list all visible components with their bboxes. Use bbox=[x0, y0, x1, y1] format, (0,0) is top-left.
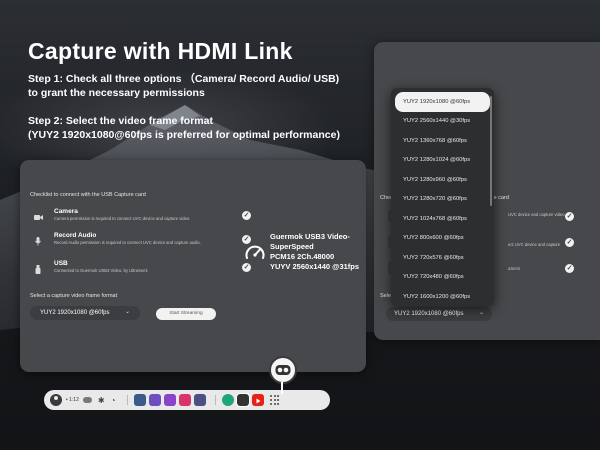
step-1-line-1: Step 1: Check all three options （Camera/… bbox=[28, 73, 340, 85]
youtube-app-icon[interactable] bbox=[252, 394, 265, 406]
dropdown-option[interactable]: YUY2 720x480 @60fps bbox=[395, 268, 490, 288]
option-usb[interactable]: USB Connected to Guermok USB3 Video. by … bbox=[30, 260, 255, 280]
option-camera-desc-partial: UVC device and capture video. bbox=[508, 212, 566, 217]
format-label: Select a capture video frame format bbox=[30, 293, 118, 299]
format-label-partial: Sele bbox=[380, 293, 392, 299]
device-info-line-3: PCM16 2Ch.48000 bbox=[270, 252, 335, 261]
option-camera[interactable]: Camera Camera permission is required to … bbox=[30, 208, 255, 228]
dropdown-option[interactable]: YUY2 1360x768 @60fps bbox=[395, 131, 490, 151]
format-dropdown-list[interactable]: YUY2 1920x1080 @60fps YUY2 2560x1440 @30… bbox=[391, 88, 494, 306]
dropdown-option[interactable]: YUY2 1600x1200 @60fps bbox=[395, 287, 490, 307]
microphone-icon bbox=[30, 233, 46, 249]
chevron-down-icon: ⌄ bbox=[478, 310, 484, 316]
store-app-icon[interactable] bbox=[134, 394, 147, 406]
format-select[interactable]: YUY2 1920x1080 @60fps ⌄ bbox=[386, 307, 492, 321]
usb-icon bbox=[30, 261, 46, 277]
dropdown-scrollbar[interactable] bbox=[490, 96, 492, 206]
usb-check-icon[interactable]: ✓ bbox=[242, 263, 251, 272]
option-record-audio-label: Record Audio bbox=[54, 232, 97, 239]
taskbar-divider bbox=[127, 395, 129, 405]
settings-icon[interactable]: ✱ bbox=[98, 396, 105, 405]
hdmi-link-app-button[interactable] bbox=[269, 356, 297, 384]
step-2-text: Step 2: Select the video frame format (Y… bbox=[28, 114, 340, 142]
dropdown-option[interactable]: YUY2 1024x768 @60fps bbox=[395, 209, 490, 229]
option-camera-label: Camera bbox=[54, 208, 78, 215]
step-1-text: Step 1: Check all three options （Camera/… bbox=[28, 72, 339, 100]
media-app-icon[interactable] bbox=[236, 393, 251, 407]
battery-icon bbox=[82, 397, 92, 403]
dropdown-option[interactable]: YUY2 800x600 @60fps bbox=[395, 229, 490, 249]
device-info-line-2: SuperSpeed bbox=[270, 242, 314, 251]
camera-check-icon[interactable]: ✓ bbox=[565, 212, 574, 221]
files-app-icon[interactable] bbox=[149, 394, 162, 406]
step-1-line-2: to grant the necessary permissions bbox=[28, 87, 205, 99]
option-record-audio[interactable]: Record Audio Record Audio permission is … bbox=[30, 232, 255, 252]
device-info-line-1: Guermok USB3 Video- bbox=[270, 232, 350, 241]
dropdown-option[interactable]: YUY2 2560x1440 @30fps bbox=[395, 112, 490, 132]
checklist-title: Checklist to connect with the USB Captur… bbox=[30, 192, 146, 198]
option-usb-desc: Connected to Guermok USB3 Video. by Ultr… bbox=[54, 268, 148, 273]
people-app-icon[interactable] bbox=[164, 394, 177, 406]
people-icon[interactable]: ◔ bbox=[111, 396, 116, 405]
app-grid-icon[interactable] bbox=[270, 395, 280, 405]
camera-icon bbox=[30, 209, 46, 225]
page-headline: Capture with HDMI Link bbox=[28, 38, 293, 64]
speedometer-icon bbox=[245, 245, 265, 259]
format-select-value: YUY2 1920x1080 @60fps bbox=[40, 310, 110, 316]
usb-check-icon[interactable]: ✓ bbox=[565, 264, 574, 273]
dropdown-option[interactable]: YUY2 720x576 @60fps bbox=[395, 248, 490, 268]
step-2-line-2: (YUY2 1920x1080@60fps is preferred for o… bbox=[28, 129, 340, 141]
avatar[interactable] bbox=[50, 394, 62, 406]
dropdown-option[interactable]: YUY2 1920x1080 @60fps bbox=[395, 92, 490, 112]
option-record-audio-desc-partial: ect UVC device and capture bbox=[508, 242, 561, 247]
vr-headset-icon bbox=[275, 365, 291, 375]
dropdown-option[interactable]: YUY2 1280x960 @60fps bbox=[395, 170, 490, 190]
step-2-line-1: Step 2: Select the video frame format bbox=[28, 115, 213, 127]
pointer-line bbox=[281, 382, 283, 394]
option-record-audio-desc: Record Audio permission is required to c… bbox=[54, 240, 201, 245]
device-info-line-4: YUYV 2560x1440 @31fps bbox=[270, 262, 360, 271]
option-usb-desc-partial: aSemi bbox=[508, 266, 520, 271]
dropdown-option[interactable]: YUY2 1280x720 @60fps bbox=[395, 190, 490, 210]
option-usb-label: USB bbox=[54, 260, 68, 267]
start-streaming-button[interactable]: Start Streaming bbox=[156, 308, 216, 320]
game-app-icon[interactable] bbox=[194, 394, 207, 406]
taskbar-divider bbox=[215, 395, 217, 405]
hdmi-link-window: Checklist to connect with the USB Captur… bbox=[20, 160, 366, 372]
format-select-value: YUY2 1920x1080 @60fps bbox=[394, 311, 464, 317]
dropdown-option[interactable]: YUY2 1280x1024 @60fps bbox=[395, 151, 490, 171]
chevron-down-icon: ⌄ bbox=[124, 309, 130, 315]
record-audio-check-icon[interactable]: ✓ bbox=[565, 238, 574, 247]
hdmi-link-app-icon[interactable] bbox=[222, 394, 235, 406]
photo-app-icon[interactable] bbox=[179, 394, 192, 406]
format-select[interactable]: YUY2 1920x1080 @60fps ⌄ bbox=[30, 306, 140, 320]
taskbar: • 1:12 ✱ ◔ bbox=[44, 390, 330, 410]
option-camera-desc: Camera permission is required to connect… bbox=[54, 216, 191, 221]
camera-check-icon[interactable]: ✓ bbox=[242, 211, 251, 220]
taskbar-time: • 1:12 bbox=[66, 397, 79, 403]
